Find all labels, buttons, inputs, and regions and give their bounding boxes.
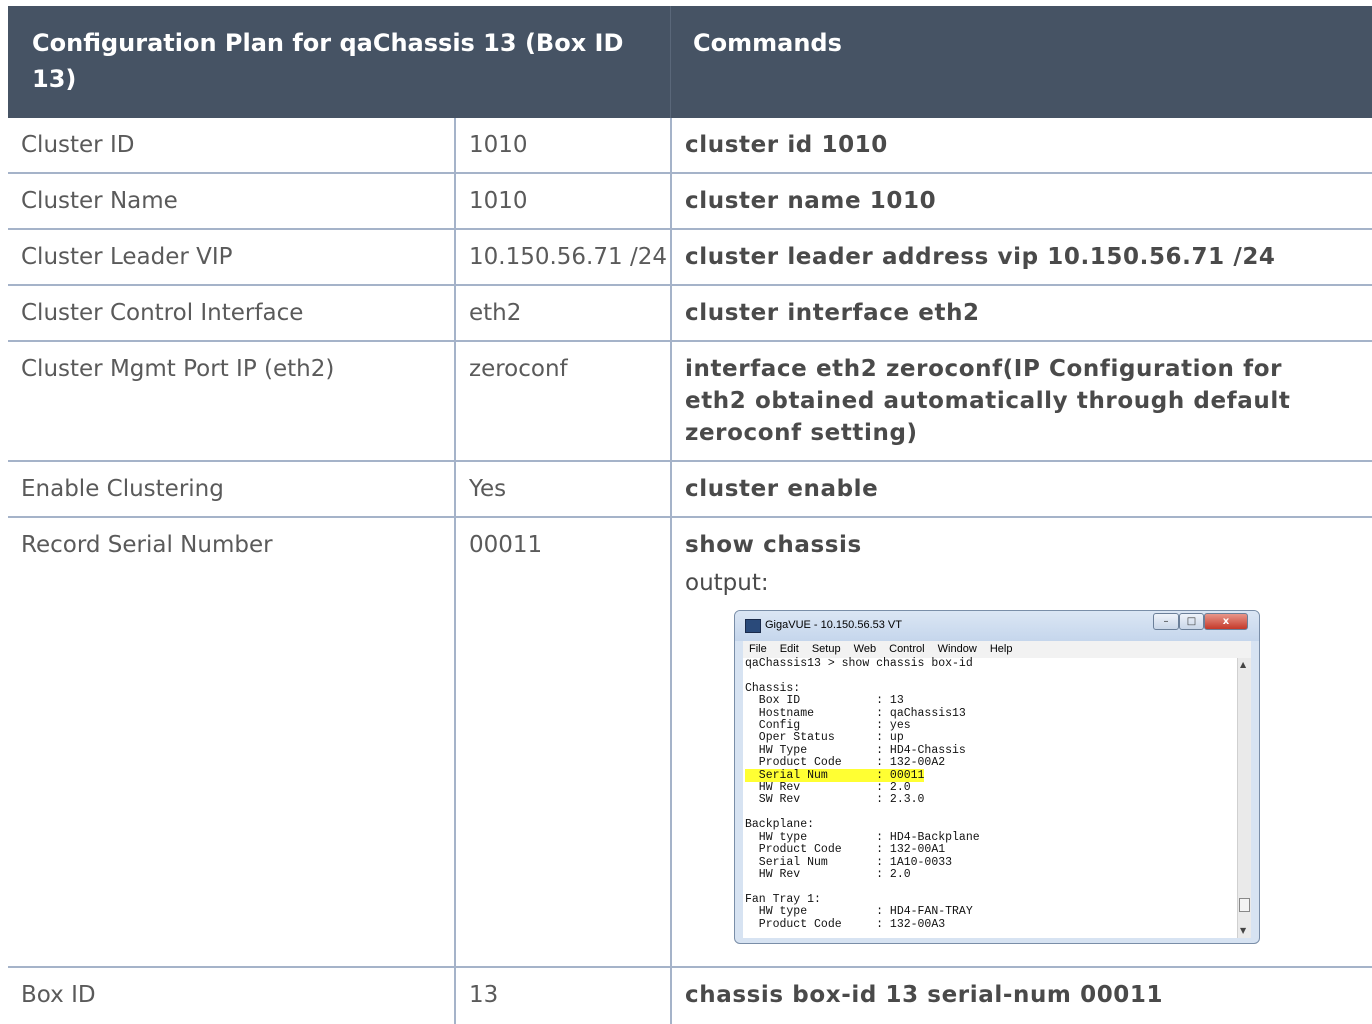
row-value: 00011: [454, 518, 670, 966]
output-label: output:: [685, 570, 769, 596]
row-command: cluster interface eth2: [670, 286, 1372, 340]
row-value: 10.150.56.71 /24: [454, 230, 670, 284]
row-command: cluster name 1010: [670, 174, 1372, 228]
terminal-line: Oper Status : up: [745, 731, 904, 745]
maximize-button[interactable]: □: [1179, 613, 1204, 630]
menu-web[interactable]: Web: [854, 643, 876, 655]
terminal-app-icon: [745, 619, 761, 633]
terminal-line: Product Code : 132-00A1: [745, 843, 946, 857]
row-value: 1010: [454, 118, 670, 172]
terminal-output: qaChassis13 > show chassis box-id Chassi…: [743, 657, 1237, 938]
terminal-menubar: File Edit Setup Web Control Window Help: [743, 641, 1251, 658]
menu-edit[interactable]: Edit: [780, 643, 799, 655]
header-configuration-plan: Configuration Plan for qaChassis 13 (Box…: [8, 6, 670, 118]
table-row: Cluster Leader VIP 10.150.56.71 /24 clus…: [8, 230, 1372, 286]
menu-setup[interactable]: Setup: [812, 643, 841, 655]
terminal-line: HW Rev : 2.0: [745, 867, 911, 881]
row-label: Cluster Control Interface: [21, 300, 304, 326]
terminal-line: SW Rev : 2.3.0: [745, 793, 925, 807]
row-label: Cluster Leader VIP: [21, 244, 233, 270]
row-label: Enable Clustering: [21, 476, 224, 502]
menu-control[interactable]: Control: [889, 643, 924, 655]
header-commands: Commands: [671, 6, 1372, 118]
row-value: 13: [454, 968, 670, 1024]
scroll-thumb[interactable]: [1239, 898, 1250, 912]
table-row: Cluster Mgmt Port IP (eth2) zeroconf int…: [8, 342, 1372, 462]
row-command: chassis box-id 13 serial-num 00011: [670, 968, 1372, 1024]
terminal-titlebar: GigaVUE - 10.150.56.53 VT – □ x: [735, 611, 1259, 641]
row-command: cluster enable: [670, 462, 1372, 516]
terminal-scrollbar[interactable]: ▲ ▼: [1237, 658, 1251, 938]
table-row: Cluster Control Interface eth2 cluster i…: [8, 286, 1372, 342]
table-row: Cluster ID 1010 cluster id 1010: [8, 118, 1372, 174]
row-command: cluster leader address vip 10.150.56.71 …: [670, 230, 1372, 284]
row-command: show chassis: [685, 532, 862, 558]
terminal-screenshot: GigaVUE - 10.150.56.53 VT – □ x File Edi…: [734, 610, 1260, 944]
row-label: Record Serial Number: [21, 532, 273, 558]
row-command: cluster id 1010: [670, 118, 1372, 172]
menu-help[interactable]: Help: [990, 643, 1013, 655]
terminal-line: HW Rev : 2.0: [745, 781, 911, 795]
scroll-up-icon[interactable]: ▲: [1240, 660, 1246, 669]
terminal-line: Fan Tray 1:: [745, 892, 821, 906]
terminal-title: GigaVUE - 10.150.56.53 VT: [765, 619, 902, 631]
terminal-line: HW type : HD4-Backplane: [745, 830, 980, 844]
row-command: interface eth2 zeroconf(IP Configuration…: [670, 342, 1372, 460]
terminal-text: qaChassis13 > show chassis box-id Chassi…: [743, 657, 1237, 931]
terminal-line: Product Code : 132-00A2: [745, 756, 946, 770]
row-value: Yes: [454, 462, 670, 516]
row-label: Box ID: [21, 982, 96, 1008]
menu-window[interactable]: Window: [938, 643, 977, 655]
terminal-line: Config : yes: [745, 719, 911, 733]
row-label: Cluster Name: [21, 188, 178, 214]
terminal-line: Chassis:: [745, 681, 801, 695]
row-value: 1010: [454, 174, 670, 228]
terminal-line: Box ID : 13: [745, 694, 904, 708]
terminal-line: HW type : HD4-FAN-TRAY: [745, 905, 973, 919]
minimize-button[interactable]: –: [1153, 613, 1179, 630]
table-row: Box ID 13 chassis box-id 13 serial-num 0…: [8, 968, 1372, 1024]
terminal-line: Serial Num : 00011: [745, 768, 925, 782]
table-row: Cluster Name 1010 cluster name 1010: [8, 174, 1372, 230]
row-label: Cluster Mgmt Port IP (eth2): [21, 356, 335, 382]
scroll-down-icon[interactable]: ▼: [1240, 926, 1246, 935]
terminal-line: Backplane:: [745, 818, 815, 832]
terminal-line: Serial Num : 1A10-0033: [745, 855, 953, 869]
terminal-line: Product Code : 132-00A3: [745, 917, 946, 931]
terminal-line: Hostname : qaChassis13: [745, 706, 966, 720]
row-value: eth2: [454, 286, 670, 340]
row-value: zeroconf: [454, 342, 670, 460]
close-button[interactable]: x: [1204, 613, 1248, 630]
terminal-line: qaChassis13 > show chassis box-id: [745, 657, 973, 670]
row-label: Cluster ID: [21, 132, 135, 158]
table-row: Enable Clustering Yes cluster enable: [8, 462, 1372, 518]
terminal-line: HW Type : HD4-Chassis: [745, 743, 966, 757]
menu-file[interactable]: File: [749, 643, 767, 655]
